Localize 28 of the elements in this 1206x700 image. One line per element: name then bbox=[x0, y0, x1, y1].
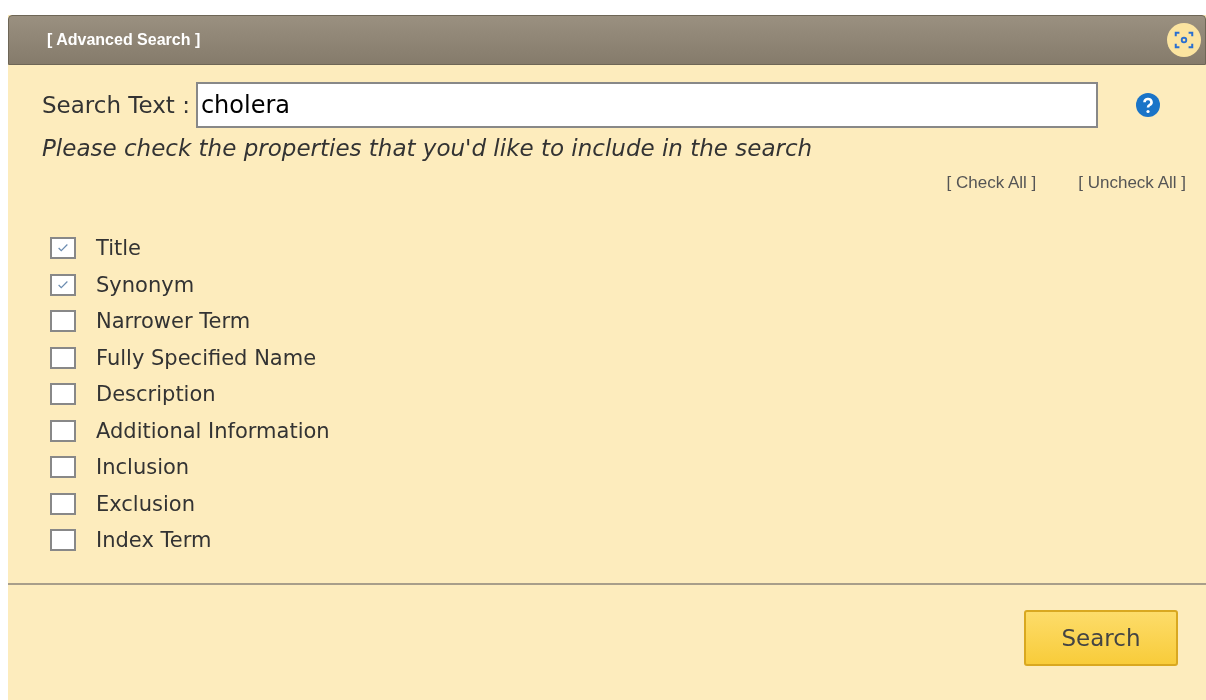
uncheck-all-link[interactable]: [ Uncheck All ] bbox=[1078, 173, 1186, 193]
checkbox[interactable] bbox=[50, 529, 76, 551]
checkbox-label: Narrower Term bbox=[96, 309, 251, 333]
search-button[interactable]: Search bbox=[1024, 610, 1178, 666]
checkbox[interactable] bbox=[50, 237, 76, 259]
checkbox[interactable] bbox=[50, 273, 76, 296]
checkbox-label: Exclusion bbox=[96, 491, 195, 516]
help-icon[interactable] bbox=[1135, 93, 1160, 117]
checkbox[interactable] bbox=[50, 456, 76, 478]
search-label: Search Text : bbox=[42, 92, 190, 118]
instruction-text: Please check the properties that you'd like to include in the search bbox=[42, 135, 814, 161]
checkbox[interactable] bbox=[50, 383, 76, 405]
checkbox-label: Synonym bbox=[96, 272, 195, 297]
screenshot-button[interactable] bbox=[1167, 23, 1201, 57]
checkbox-label: Description bbox=[96, 382, 216, 406]
checkbox-label: Title bbox=[96, 236, 141, 260]
checkbox-label: Additional Information bbox=[96, 418, 330, 443]
check-all-link[interactable]: [ Check All ] bbox=[946, 173, 1037, 193]
panel-title: [ Advanced Search ] bbox=[47, 31, 201, 49]
checkbox[interactable] bbox=[50, 310, 76, 332]
checkbox-label: Index Term bbox=[96, 528, 212, 552]
checkbox-label: Fully Specified Name bbox=[96, 345, 317, 370]
checkbox-label: Inclusion bbox=[96, 455, 190, 479]
focus-icon bbox=[1173, 29, 1195, 51]
checkbox[interactable] bbox=[50, 346, 76, 369]
checkbox[interactable] bbox=[50, 492, 76, 515]
search-field[interactable]: cholera bbox=[195, 82, 1098, 128]
checkbox[interactable] bbox=[50, 419, 76, 442]
